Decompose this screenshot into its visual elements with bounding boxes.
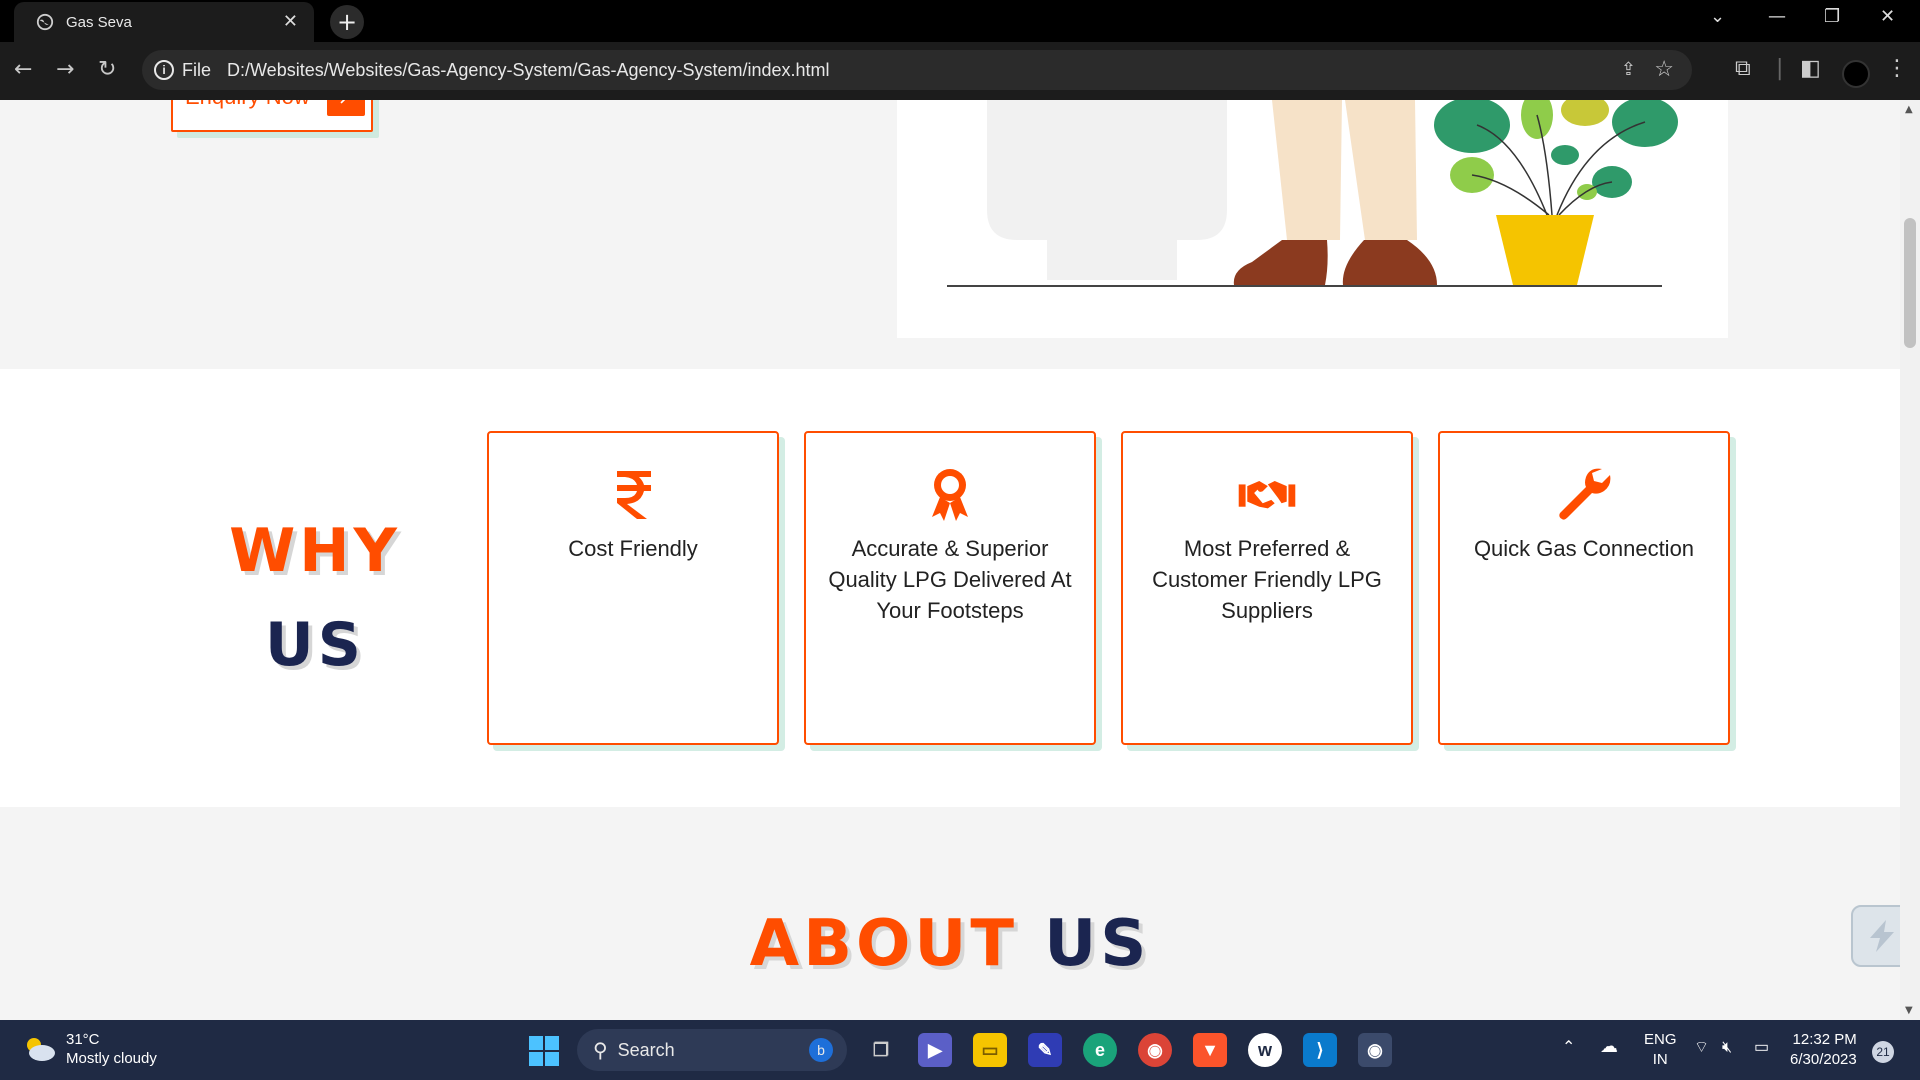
about-us-heading-part1: ABOUT [749, 907, 1018, 981]
address-url[interactable]: D:/Websites/Websites/Gas-Agency-System/G… [227, 60, 830, 81]
cloudy-weather-icon [27, 1038, 55, 1061]
about-us-section: ABOUT US [0, 807, 1900, 1020]
bing-icon[interactable]: b [809, 1038, 833, 1062]
scroll-up-icon[interactable]: ▲ [1905, 104, 1913, 115]
address-bar[interactable]: i File D:/Websites/Websites/Gas-Agency-S… [142, 50, 1692, 90]
chrome-active-icon[interactable]: ◉ [1358, 1033, 1392, 1067]
tab-search-icon[interactable]: ⌄ [1710, 6, 1725, 27]
volume-muted-icon[interactable]: 🔇︎ [1722, 1038, 1732, 1058]
person-with-plant-illustration [947, 100, 1678, 287]
whatsapp-icon[interactable]: w [1248, 1033, 1282, 1067]
feature-card: Cost Friendly [487, 431, 779, 745]
profile-avatar[interactable] [1842, 60, 1870, 88]
about-us-heading: ABOUT US [0, 907, 1900, 981]
teams-chat-icon[interactable]: ▶ [918, 1033, 952, 1067]
page-scrollbar[interactable]: ▲ ▼ [1900, 100, 1920, 1020]
tab-close-icon[interactable]: ✕ [283, 11, 298, 32]
feature-card: Quick Gas Connection [1438, 431, 1730, 745]
lightning-icon [1870, 920, 1894, 952]
clock-date: 6/30/2023 [1790, 1051, 1857, 1068]
chrome-icon[interactable]: ◉ [1138, 1033, 1172, 1067]
restore-icon[interactable]: ❐ [1824, 6, 1840, 27]
tab-title: Gas Seva [66, 13, 132, 31]
edge-icon[interactable]: e [1083, 1033, 1117, 1067]
wrench-icon [1559, 468, 1611, 520]
minimize-icon[interactable]: — [1768, 6, 1786, 27]
hero-illustration [897, 100, 1728, 338]
file-explorer-icon[interactable]: ▭ [973, 1033, 1007, 1067]
why-us-heading-line2: US [265, 610, 365, 680]
search-icon: ⚲ [593, 1039, 608, 1062]
forward-icon[interactable]: → [56, 57, 74, 82]
back-icon[interactable]: ← [14, 57, 32, 82]
windows-taskbar: 31°C Mostly cloudy ⚲ Search b ❐ ▶ ▭ ✎ e … [0, 1020, 1920, 1080]
reload-icon[interactable]: ↻ [98, 57, 116, 82]
language-indicator[interactable]: ENG IN [1644, 1030, 1677, 1070]
hero-section: Enquiry Now ↗ [0, 100, 1900, 369]
feature-card-text: Cost Friendly [568, 536, 698, 561]
feature-card: Most Preferred & Customer Friendly LPG S… [1121, 431, 1413, 745]
why-us-section: WHY US Cost Friendly Accurate & Superior… [0, 369, 1900, 807]
feature-card: Accurate & Superior Quality LPG Delivere… [804, 431, 1096, 745]
clock-time: 12:32 PM [1792, 1031, 1857, 1048]
feature-card-text: Quick Gas Connection [1473, 536, 1695, 561]
brave-icon[interactable]: ▼ [1193, 1033, 1227, 1067]
notification-badge[interactable]: 21 [1872, 1041, 1894, 1063]
weather-widget[interactable]: 31°C Mostly cloudy [22, 1030, 157, 1068]
address-scheme: File [182, 59, 212, 80]
weather-temperature: 31°C [66, 1031, 100, 1048]
app-icon[interactable]: ✎ [1028, 1033, 1062, 1067]
share-icon[interactable]: ⇪ [1621, 59, 1636, 80]
site-info-icon[interactable]: i [154, 60, 174, 80]
browser-tab[interactable]: Gas Seva ✕ [14, 2, 314, 42]
menu-icon[interactable]: ⋮ [1886, 56, 1908, 81]
browser-toolbar: ← → ↻ i File D:/Websites/Websites/Gas-Ag… [0, 42, 1920, 100]
feature-card-text: Most Preferred & Customer Friendly LPG S… [1152, 536, 1382, 623]
language-code: ENG [1644, 1031, 1677, 1048]
web-page: Enquiry Now ↗ [0, 100, 1900, 1020]
side-panel-icon[interactable]: ◧ [1800, 56, 1821, 81]
onedrive-cloud-icon[interactable]: ☁ [1600, 1036, 1618, 1056]
handshake-icon [1238, 481, 1296, 509]
arrow-icon: ↗ [327, 100, 365, 116]
new-tab-button[interactable]: + [330, 5, 364, 39]
battery-icon[interactable]: ▭ [1754, 1038, 1769, 1058]
window-close-icon[interactable]: ✕ [1880, 6, 1895, 27]
browser-tab-strip: Gas Seva ✕ + ⌄ — ❐ ✕ [0, 0, 1920, 42]
wifi-icon[interactable]: ⌔ [1694, 1038, 1709, 1058]
bookmark-star-icon[interactable]: ☆ [1654, 56, 1674, 82]
vscode-icon[interactable]: ⟩ [1303, 1033, 1337, 1067]
why-us-heading-line1: WHY [229, 516, 401, 586]
scrollbar-thumb[interactable] [1904, 218, 1916, 348]
enquiry-label: Enquiry Now [185, 100, 310, 110]
scroll-down-icon[interactable]: ▼ [1905, 1005, 1913, 1016]
rupee-icon [617, 471, 651, 519]
windows-start-icon[interactable] [529, 1036, 559, 1066]
taskbar-search[interactable]: ⚲ Search b [577, 1029, 847, 1071]
language-region: IN [1652, 1051, 1668, 1068]
enquiry-now-button[interactable]: Enquiry Now ↗ [171, 100, 373, 132]
extensions-icon[interactable]: ⧉ [1735, 56, 1751, 81]
feature-card-text: Accurate & Superior Quality LPG Delivere… [828, 536, 1072, 623]
show-hidden-icons-icon[interactable]: ⌃ [1562, 1038, 1575, 1058]
task-view-icon[interactable]: ❐ [864, 1033, 898, 1067]
toolbar-divider: | [1776, 56, 1784, 81]
award-icon [932, 469, 968, 521]
weather-description: Mostly cloudy [66, 1050, 157, 1067]
globe-icon [36, 13, 54, 31]
system-clock[interactable]: 12:32 PM 6/30/2023 [1790, 1030, 1857, 1070]
why-us-heading: WHY US [225, 504, 405, 692]
taskbar-search-label: Search [617, 1039, 675, 1060]
about-us-heading-part2: US [1044, 907, 1151, 981]
